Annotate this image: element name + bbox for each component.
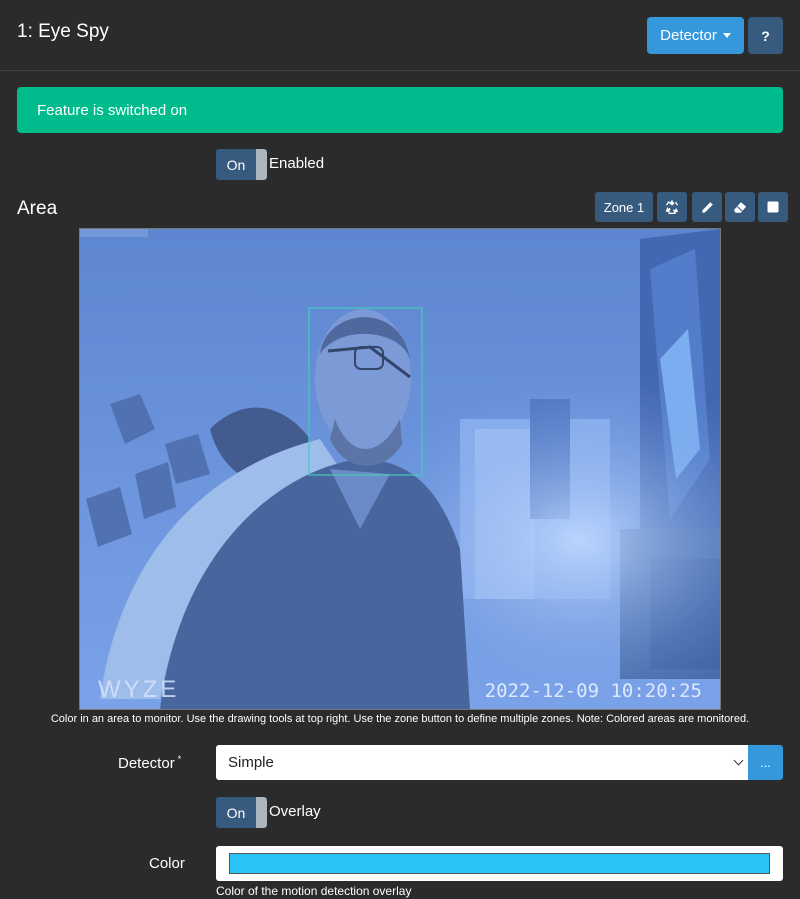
status-alert-text: Feature is switched on bbox=[37, 101, 188, 119]
detector-options-button[interactable]: ... bbox=[748, 745, 783, 780]
page-header: 1: Eye Spy Detector ? bbox=[0, 0, 800, 71]
overlay-toggle[interactable]: On bbox=[216, 797, 267, 828]
zone-button[interactable]: Zone 1 bbox=[595, 192, 653, 222]
camera-zone-canvas[interactable]: WYZE 2022-12-09 10:20:25 bbox=[79, 228, 721, 710]
stop-icon bbox=[767, 201, 779, 213]
detector-label-text: Detector bbox=[118, 755, 175, 772]
draw-tool-button[interactable] bbox=[692, 192, 722, 222]
eraser-icon bbox=[733, 201, 747, 213]
stop-tool-button[interactable] bbox=[758, 192, 788, 222]
detector-dropdown-button[interactable]: Detector bbox=[647, 17, 744, 54]
reset-tool-button[interactable] bbox=[657, 192, 687, 222]
detector-select[interactable]: Simple bbox=[216, 745, 748, 780]
camera-timestamp: 2022-12-09 10:20:25 bbox=[485, 680, 702, 702]
area-hint-text: Color in an area to monitor. Use the dra… bbox=[50, 713, 750, 725]
chevron-down-icon bbox=[733, 755, 744, 766]
detector-button-label: Detector bbox=[660, 27, 717, 44]
toggle-knob bbox=[256, 149, 267, 180]
enabled-toggle[interactable]: On bbox=[216, 149, 267, 180]
pencil-icon bbox=[701, 201, 713, 213]
overlay-label: Overlay bbox=[269, 803, 321, 820]
toggle-knob bbox=[256, 797, 267, 828]
area-section-title: Area bbox=[17, 198, 58, 219]
color-label: Color bbox=[149, 855, 185, 872]
color-picker-input[interactable] bbox=[216, 846, 783, 881]
camera-brand-watermark: WYZE bbox=[98, 676, 179, 703]
color-swatch bbox=[229, 853, 770, 874]
camera-image: WYZE 2022-12-09 10:20:25 bbox=[80, 229, 720, 709]
enabled-toggle-state: On bbox=[216, 149, 256, 180]
required-mark: * bbox=[177, 754, 182, 764]
erase-tool-button[interactable] bbox=[725, 192, 755, 222]
status-alert: Feature is switched on bbox=[17, 87, 783, 133]
caret-down-icon bbox=[722, 33, 731, 38]
enabled-label: Enabled bbox=[269, 155, 325, 172]
color-help-text: Color of the motion detection overlay bbox=[216, 884, 412, 898]
overlay-toggle-state: On bbox=[216, 797, 256, 828]
detector-select-value: Simple bbox=[228, 754, 274, 771]
page-title: 1: Eye Spy bbox=[17, 21, 109, 42]
help-button[interactable]: ? bbox=[748, 17, 783, 54]
recycle-icon bbox=[665, 199, 679, 214]
detector-label: Detector * bbox=[118, 754, 181, 772]
